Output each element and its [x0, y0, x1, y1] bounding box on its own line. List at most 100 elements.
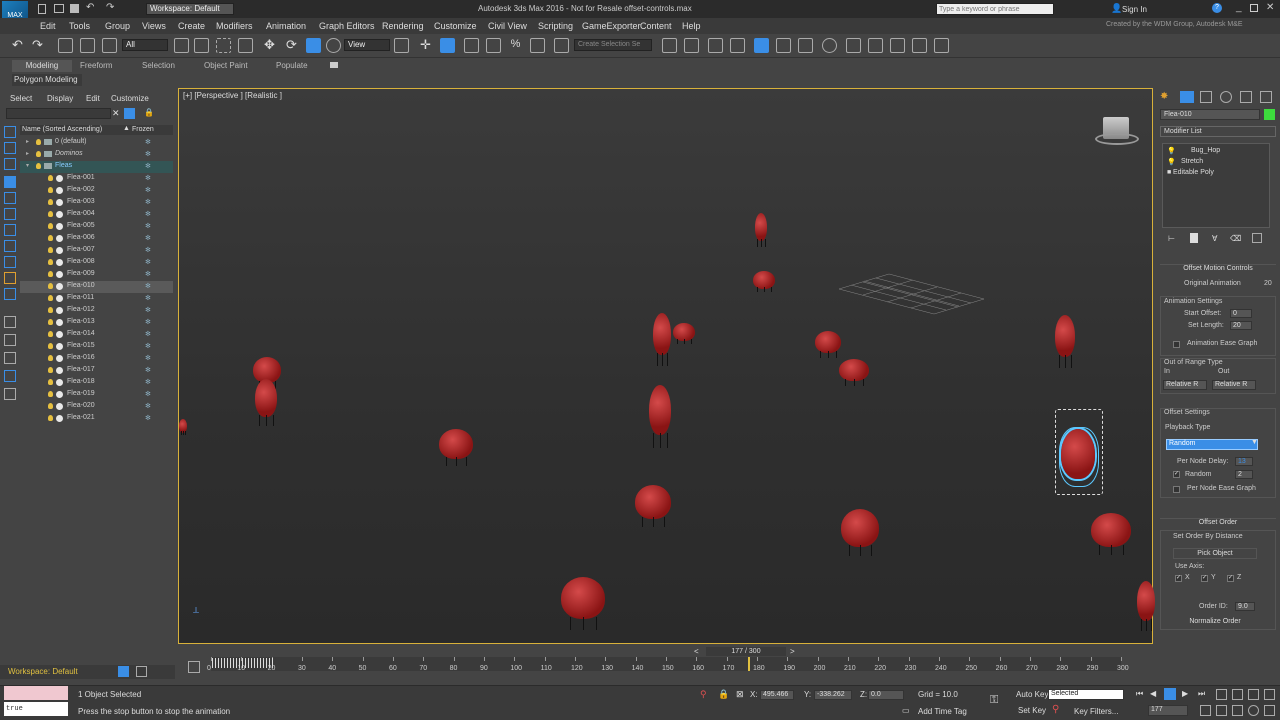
clear-search-icon[interactable]: ✕ [112, 108, 120, 119]
menu-civil-view[interactable]: Civil View [488, 21, 527, 31]
undo-icon[interactable]: ↶ [86, 2, 94, 13]
frozen-snowflake-icon[interactable]: ✻ [145, 270, 151, 278]
tree-row[interactable]: Flea-013 ✻ [20, 317, 173, 329]
pin-stack-icon[interactable]: ⊢ [1168, 234, 1175, 243]
visibility-bulb-icon[interactable] [36, 139, 41, 145]
named-selection-dropdown[interactable]: Create Selection Se [574, 39, 652, 51]
tree-row[interactable]: Flea-011 ✻ [20, 293, 173, 305]
expand-arrow-icon[interactable]: ▸ [26, 138, 29, 145]
tree-row[interactable]: Flea-021 ✻ [20, 413, 173, 425]
frozen-snowflake-icon[interactable]: ✻ [145, 354, 151, 362]
explorer-menu-edit[interactable]: Edit [86, 94, 100, 103]
visibility-bulb-icon[interactable] [48, 247, 53, 253]
frozen-snowflake-icon[interactable]: ✻ [145, 246, 151, 254]
menu-help[interactable]: Help [682, 21, 701, 31]
frozen-snowflake-icon[interactable]: ✻ [145, 378, 151, 386]
visibility-bulb-icon[interactable] [48, 175, 53, 181]
pivot-icon[interactable] [394, 38, 409, 53]
order-id-spinner[interactable]: 9.0 [1235, 602, 1255, 611]
out-range-dropdown[interactable]: Relative R [1212, 380, 1256, 390]
geometry-filter-icon[interactable] [4, 176, 16, 188]
explorer-menu-customize[interactable]: Customize [111, 94, 149, 103]
ribbon-tab-freeform[interactable]: Freeform [80, 61, 112, 70]
bones-filter-icon[interactable] [4, 316, 16, 328]
key-mode-dropdown[interactable]: Selected [1048, 689, 1124, 700]
frozen-snowflake-icon[interactable]: ✻ [145, 198, 151, 206]
configure-modifier-sets-icon[interactable] [1252, 233, 1262, 243]
redo-icon[interactable]: ↷ [106, 2, 114, 13]
key-icon[interactable]: ⚿ [990, 694, 998, 707]
visibility-bulb-icon[interactable] [48, 415, 53, 421]
frozen-snowflake-icon[interactable]: ✻ [145, 138, 151, 146]
keyboard-shortcut-toggle-icon[interactable] [440, 38, 455, 53]
frozen-snowflake-icon[interactable]: ✻ [145, 318, 151, 326]
tree-row[interactable]: ▸ Dominos ✻ [20, 149, 173, 161]
maxscript-listener-field[interactable] [4, 686, 68, 700]
per-node-delay-spinner[interactable]: 13 [1235, 457, 1253, 466]
playback-type-dropdown[interactable]: Random [1166, 439, 1258, 450]
render-iterative-icon[interactable] [912, 38, 927, 53]
select-object-icon[interactable] [174, 38, 189, 53]
tree-row[interactable]: Flea-006 ✻ [20, 233, 173, 245]
start-offset-spinner[interactable]: 0 [1230, 309, 1252, 318]
flea-object[interactable] [841, 509, 879, 547]
select-manipulate-icon[interactable]: ✛ [418, 38, 433, 53]
zoom-extents-all-icon[interactable] [1264, 689, 1275, 700]
display-none-icon[interactable] [4, 126, 16, 138]
tree-row[interactable]: Flea-015 ✻ [20, 341, 173, 353]
cameras-filter-icon[interactable] [4, 224, 16, 236]
set-length-spinner[interactable]: 20 [1230, 321, 1252, 330]
sign-in-link[interactable]: Sign In [1122, 5, 1147, 14]
time-tag-icon[interactable]: ▭ [902, 706, 910, 715]
perspective-viewport[interactable]: [+] [Perspective ] [Realistic ] ⟂ [178, 88, 1155, 644]
orbit-icon[interactable] [1248, 705, 1259, 716]
unlink-icon[interactable] [80, 38, 95, 53]
graphite-toggle-icon[interactable] [730, 38, 745, 53]
groups-filter-icon[interactable] [4, 272, 16, 284]
rollout-header-offset-order[interactable]: Offset Order [1160, 518, 1276, 528]
flea-object[interactable] [561, 577, 605, 619]
menu-scripting[interactable]: Scripting [538, 21, 573, 31]
visibility-bulb-icon[interactable] [48, 331, 53, 337]
frozen-snowflake-icon[interactable]: ✻ [145, 402, 151, 410]
angle-snap-icon[interactable] [486, 38, 501, 53]
axis-y-checkbox[interactable]: ✓ [1201, 575, 1208, 582]
maximize-icon[interactable] [1250, 4, 1258, 12]
visibility-bulb-icon[interactable] [48, 259, 53, 265]
tree-row[interactable]: Flea-018 ✻ [20, 377, 173, 389]
visibility-bulb-icon[interactable] [48, 295, 53, 301]
motion-tab-icon[interactable] [1220, 91, 1232, 103]
frozen-snowflake-icon[interactable]: ✻ [145, 306, 151, 314]
set-key-icon[interactable]: ⚲ [1052, 704, 1059, 715]
tree-row[interactable]: Flea-008 ✻ [20, 257, 173, 269]
ribbon-tab-selection[interactable]: Selection [142, 61, 175, 70]
in-range-dropdown[interactable]: Relative R [1163, 380, 1207, 390]
render-production-icon[interactable] [890, 38, 905, 53]
tree-row[interactable]: Flea-010 ✻ [20, 281, 173, 293]
search-input[interactable] [936, 3, 1054, 15]
chevron-down-icon[interactable]: ▼ [1251, 439, 1258, 446]
hierarchy-tab-icon[interactable] [1200, 91, 1212, 103]
frozen-snowflake-icon[interactable]: ✻ [145, 162, 151, 170]
flea-object[interactable] [1091, 513, 1131, 547]
flea-object[interactable] [815, 331, 841, 353]
axis-z-checkbox[interactable]: ✓ [1227, 575, 1234, 582]
menu-group[interactable]: Group [105, 21, 130, 31]
visibility-bulb-icon[interactable] [48, 187, 53, 193]
frozen-snowflake-icon[interactable]: ✻ [145, 258, 151, 266]
workspace-dropdown[interactable]: Workspace: Default [146, 3, 234, 15]
frozen-snowflake-icon[interactable]: ✻ [145, 174, 151, 182]
anim-ease-graph-checkbox[interactable] [1173, 341, 1180, 348]
create-tab-icon[interactable]: ✸ [1160, 91, 1172, 103]
flea-object[interactable] [255, 379, 277, 417]
frozen-snowflake-icon[interactable]: ✻ [145, 222, 151, 230]
undo-button-icon[interactable]: ↶ [12, 37, 23, 53]
close-icon[interactable]: ✕ [1266, 2, 1274, 13]
tree-row[interactable]: Flea-002 ✻ [20, 185, 173, 197]
visibility-bulb-icon[interactable] [36, 151, 41, 157]
add-time-tag[interactable]: Add Time Tag [918, 707, 967, 716]
keyframe-markers[interactable] [212, 658, 273, 668]
frozen-snowflake-icon[interactable]: ✻ [145, 210, 151, 218]
y-coord-field[interactable]: -338.262 [814, 690, 852, 700]
flea-object[interactable] [635, 485, 671, 519]
